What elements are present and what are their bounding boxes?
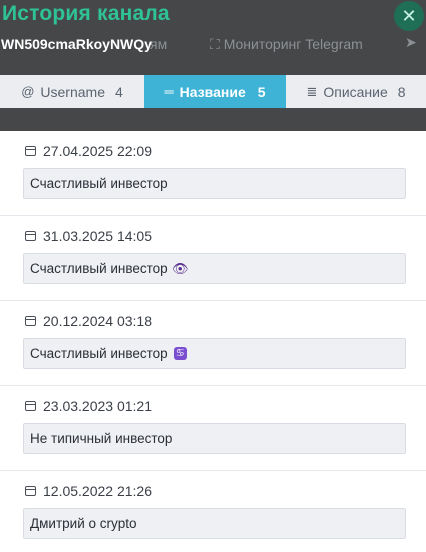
channel-id: WN509cmaRkoyNWQy: [1, 36, 152, 52]
entry-date-text: 31.03.2025 14:05: [43, 228, 152, 244]
list-item: 20.12.2024 03:18 Счастливый инвестор ♋: [0, 301, 426, 386]
entry-name-text: Не типичный инвестор: [30, 431, 173, 446]
list-item: 12.05.2022 21:26 Дмитрий о crypto: [0, 471, 426, 552]
list-item: 23.03.2023 01:21 Не типичный инвестор: [0, 386, 426, 471]
list-item: 27.04.2025 22:09 Счастливый инвестор: [0, 131, 426, 216]
calendar-icon: [25, 401, 36, 411]
entry-date: 12.05.2022 21:26: [25, 483, 152, 499]
entry-name-field: Дмитрий о crypto: [23, 508, 406, 539]
send-icon: ➤: [405, 34, 417, 50]
entry-name-field: Счастливый инвестор: [23, 168, 406, 199]
modal-title: История канала: [2, 2, 170, 25]
underlay-nav-item: ям: [150, 36, 168, 52]
entry-name-text: Счастливый инвестор: [30, 176, 168, 191]
history-tabs: @ Username 4 ═ Название 5 ≣ Описание 8: [0, 75, 426, 108]
calendar-icon: [25, 486, 36, 496]
tab-count: 8: [397, 83, 406, 100]
entry-name-text: Счастливый инвестор: [30, 261, 168, 276]
entry-name-field: Счастливый инвестор ♋: [23, 338, 406, 369]
entry-name-text: Дмитрий о crypto: [30, 516, 137, 531]
calendar-icon: [25, 231, 36, 241]
close-icon: ✕: [401, 6, 417, 26]
eye-emoji-icon: 👁: [171, 261, 189, 276]
tab-count: 5: [257, 83, 266, 100]
title-icon: ═: [164, 84, 174, 99]
tab-username[interactable]: @ Username 4: [0, 75, 144, 108]
entry-date-text: 20.12.2024 03:18: [43, 313, 152, 329]
calendar-icon: [25, 316, 36, 326]
tab-label: Username: [40, 83, 105, 100]
entry-date-text: 27.04.2025 22:09: [43, 143, 152, 159]
text-lines-icon: ≣: [306, 83, 318, 99]
name-history-list: 27.04.2025 22:09 Счастливый инвестор 31.…: [0, 131, 426, 552]
at-icon: @: [21, 84, 35, 99]
tab-name[interactable]: ═ Название 5: [144, 75, 286, 108]
monitoring-label: Мониторинг Telegram: [223, 36, 363, 52]
tab-label: Название: [179, 83, 246, 100]
underlay-nav-monitoring: ⛶ Мониторинг Telegram: [210, 36, 363, 53]
entry-date: 31.03.2025 14:05: [25, 228, 152, 244]
zodiac-emoji-icon: ♋: [173, 347, 187, 360]
monitoring-icon: ⛶: [210, 36, 220, 52]
close-button[interactable]: ✕: [394, 1, 424, 31]
entry-name-text: Счастливый инвестор: [30, 346, 168, 361]
entry-date-text: 12.05.2022 21:26: [43, 483, 152, 499]
calendar-icon: [25, 146, 36, 156]
entry-date: 20.12.2024 03:18: [25, 313, 152, 329]
entry-name-field: Не типичный инвестор: [23, 423, 406, 454]
entry-name-field: Счастливый инвестор 👁: [23, 253, 406, 284]
entry-date: 23.03.2023 01:21: [25, 398, 152, 414]
list-item: 31.03.2025 14:05 Счастливый инвестор 👁: [0, 216, 426, 301]
entry-date-text: 23.03.2023 01:21: [43, 398, 152, 414]
entry-date: 27.04.2025 22:09: [25, 143, 152, 159]
tab-count: 4: [115, 83, 123, 100]
tab-description[interactable]: ≣ Описание 8: [286, 75, 426, 108]
tab-label: Описание: [323, 83, 388, 100]
